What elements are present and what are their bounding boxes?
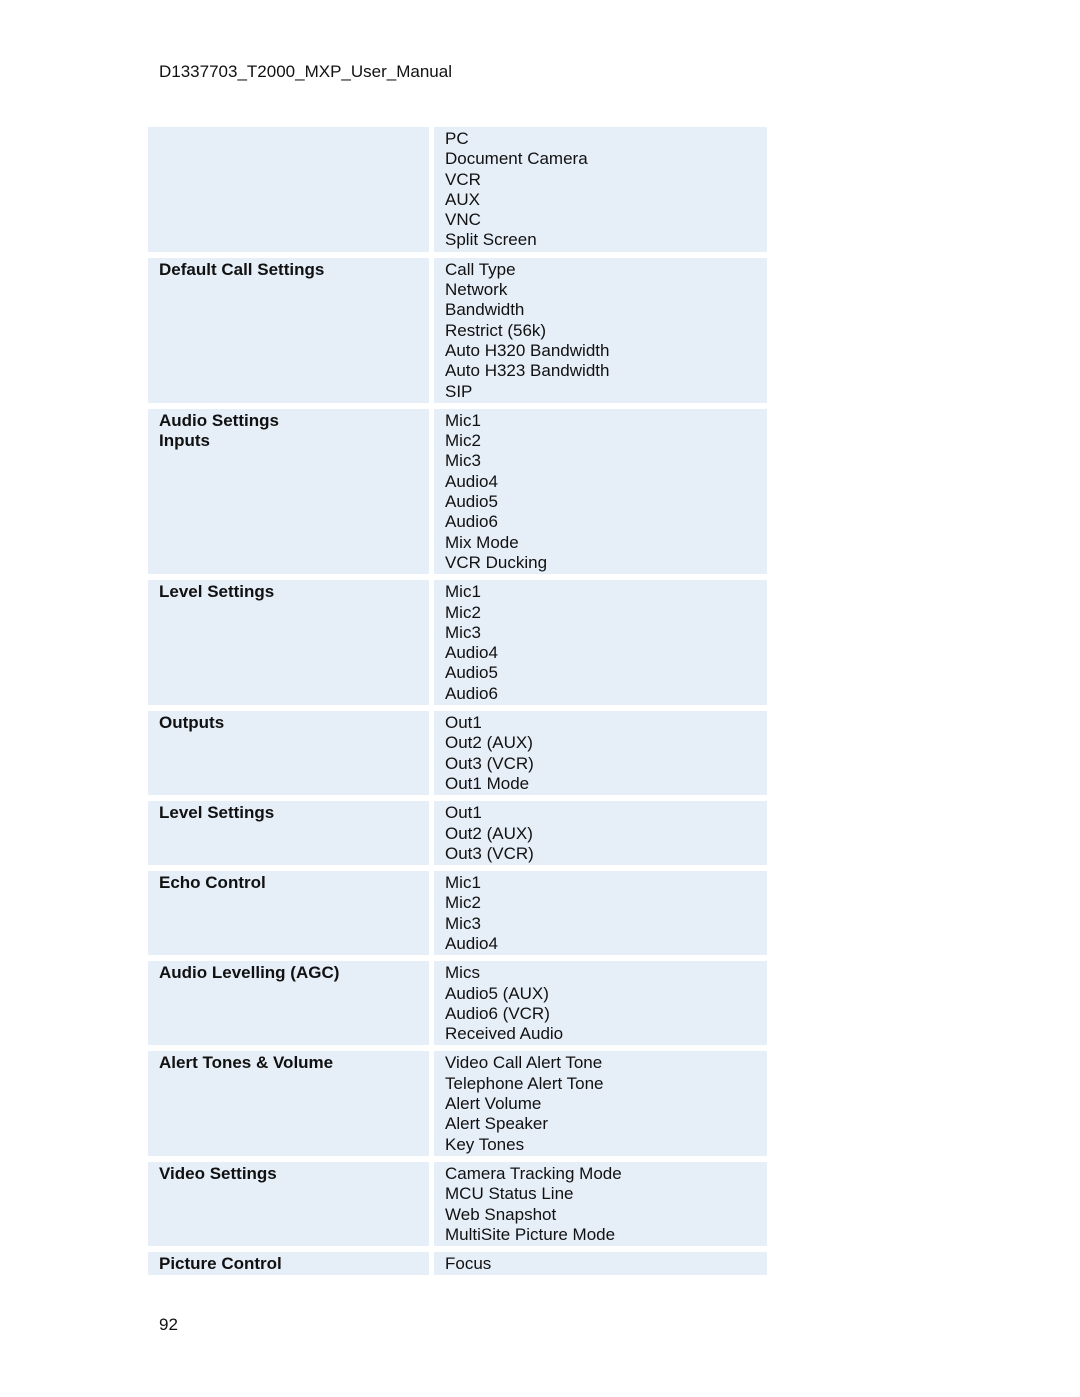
setting-item: Camera Tracking Mode [445, 1163, 622, 1183]
setting-item: Document Camera [445, 149, 588, 169]
setting-item: SIP [445, 381, 473, 401]
setting-item: Auto H323 Bandwidth [445, 361, 610, 381]
setting-item: Split Screen [445, 230, 537, 250]
setting-category-label: Level Settings [159, 803, 275, 823]
setting-item: Audio5 [445, 492, 498, 512]
setting-item: Audio5 [445, 663, 498, 683]
setting-item: VCR Ducking [445, 552, 548, 572]
setting-items-cell: Camera Tracking Mode MCU Status Line Web S… [434, 1161, 767, 1247]
setting-items-cell: Mic1 Mic2 Mic3 Audio4 Audio5 Audio6 [434, 580, 767, 706]
setting-item: Key Tones [445, 1134, 525, 1154]
setting-item: Focus [445, 1254, 492, 1274]
setting-item: Mic3 [445, 622, 481, 642]
table-row: Video Settings Camera Tracking Mode MCU St… [148, 1161, 767, 1247]
setting-item: VCR [445, 169, 481, 189]
setting-item: Audio4 [445, 933, 498, 953]
table-row: Echo Control Mic1 Mic2 Mic3 Audio4 [148, 871, 767, 956]
table-row: Audio Levelling (AGC) Mics Audio5 (AUX) Aud… [148, 961, 767, 1046]
setting-item: Audio4 [445, 643, 498, 663]
setting-items-cell: Out1 Out2 (AUX) Out3 (VCR) Out1 Mode [434, 711, 767, 796]
table-row: Picture Control Focus [148, 1252, 767, 1276]
setting-item: Mic3 [445, 913, 481, 933]
setting-category-label: Audio Levelling (AGC) [159, 963, 340, 983]
setting-item: Audio6 [445, 512, 498, 532]
setting-item: Auto H320 Bandwidth [445, 340, 610, 360]
setting-item: Out2 (AUX) [445, 733, 533, 753]
setting-item: Bandwidth [445, 300, 525, 320]
setting-item: Out3 (VCR) [445, 843, 534, 863]
setting-items-cell: Focus [434, 1252, 767, 1276]
setting-item: AUX [445, 189, 480, 209]
setting-item: Web Snapshot [445, 1204, 557, 1224]
setting-item: Mic1 [445, 873, 481, 893]
setting-item: Out1 [445, 713, 482, 733]
table-row: PC Document Camera VCR AUX VNC Split Screen [148, 127, 767, 252]
document-title: D1337703_T2000_MXP_User_Manual [159, 62, 452, 81]
table-row: Alert Tones & Volume Video Call Alert Ton… [148, 1051, 767, 1156]
setting-item: Telephone Alert Tone [445, 1073, 604, 1093]
setting-item: Audio5 (AUX) [445, 983, 549, 1003]
setting-category-cell: Level Settings [148, 801, 429, 866]
setting-category-cell: Audio Settings Inputs [148, 408, 429, 575]
table-row: Level Settings Out1 Out2 (AUX) Out3 (VCR) [148, 801, 767, 866]
setting-category-label: Outputs [159, 713, 225, 733]
setting-item: Mics [445, 963, 480, 983]
setting-category-cell: Level Settings [148, 580, 429, 706]
table-row: Outputs Out1 Out2 (AUX) Out3 (VCR) Out1 Mode [148, 711, 767, 796]
setting-item: Received Audio [445, 1024, 564, 1044]
setting-items-cell: Mic1 Mic2 Mic3 Audio4 Audio5 Audio6 Mix Mode VC… [434, 408, 767, 575]
setting-item: Audio6 (VCR) [445, 1003, 550, 1023]
table-row: Audio Settings Inputs Mic1 Mic2 Mic3 Audio4 Au… [148, 408, 767, 575]
setting-category-label: Audio Settings [159, 410, 279, 430]
setting-category-label: Echo Control [159, 873, 266, 893]
setting-category-label: Alert Tones & Volume [159, 1053, 334, 1073]
setting-category-label: Inputs [159, 431, 210, 451]
table-row: Default Call Settings Call Type Network Ban… [148, 257, 767, 403]
setting-item: Audio4 [445, 471, 498, 491]
setting-item: PC [445, 129, 469, 148]
table-row: Level Settings Mic1 Mic2 Mic3 Audio4 Audio5 Au… [148, 580, 767, 706]
setting-item: Mic2 [445, 602, 481, 622]
setting-item: Out1 Mode [445, 773, 530, 793]
setting-item: Network [445, 280, 508, 300]
setting-items-cell: Mic1 Mic2 Mic3 Audio4 [434, 871, 767, 956]
setting-category-label: Default Call Settings [159, 259, 325, 279]
setting-item: Audio6 [445, 683, 498, 703]
setting-items-cell: Mics Audio5 (AUX) Audio6 (VCR) Received Aud… [434, 961, 767, 1046]
setting-items-cell: PC Document Camera VCR AUX VNC Split Screen [434, 127, 767, 252]
setting-item: Mix Mode [445, 532, 519, 552]
setting-category-cell: Picture Control [148, 1252, 429, 1276]
setting-item: Alert Speaker [445, 1114, 548, 1134]
setting-item: Mic3 [445, 451, 481, 471]
setting-item: Mic1 [445, 582, 481, 602]
setting-item: Out3 (VCR) [445, 753, 534, 773]
setting-category-label: Video Settings [159, 1163, 277, 1183]
setting-category-cell: Audio Levelling (AGC) [148, 961, 429, 1046]
page-number: 92 [159, 1315, 178, 1334]
setting-category-cell [148, 127, 429, 252]
setting-items-cell: Call Type Network Bandwidth Restrict (56k) A… [434, 257, 767, 403]
setting-category-cell: Default Call Settings [148, 257, 429, 403]
setting-item: Restrict (56k) [445, 320, 547, 340]
setting-category-cell: Outputs [148, 711, 429, 796]
setting-item: Alert Volume [445, 1094, 542, 1114]
setting-item: Call Type [445, 259, 516, 279]
setting-item: Mic2 [445, 893, 481, 913]
setting-category-cell: Video Settings [148, 1161, 429, 1247]
setting-category-cell: Alert Tones & Volume [148, 1051, 429, 1156]
setting-item: Mic1 [445, 410, 481, 430]
setting-items-cell: Video Call Alert Tone Telephone Alert Ton… [434, 1051, 767, 1156]
setting-category-label: Level Settings [159, 582, 275, 602]
setting-item: Video Call Alert Tone [445, 1053, 603, 1073]
setting-category-cell: Echo Control [148, 871, 429, 956]
setting-item: Mic2 [445, 431, 481, 451]
setting-item: MCU Status Line [445, 1184, 574, 1204]
setting-category-label: Picture Control [159, 1254, 282, 1274]
settings-table: PC Document Camera VCR AUX VNC Split Screen De… [148, 127, 767, 1281]
setting-items-cell: Out1 Out2 (AUX) Out3 (VCR) [434, 801, 767, 866]
setting-item: Out1 [445, 803, 482, 823]
setting-item: VNC [445, 210, 481, 230]
setting-item: Out2 (AUX) [445, 823, 533, 843]
setting-item: MultiSite Picture Mode [445, 1224, 616, 1244]
